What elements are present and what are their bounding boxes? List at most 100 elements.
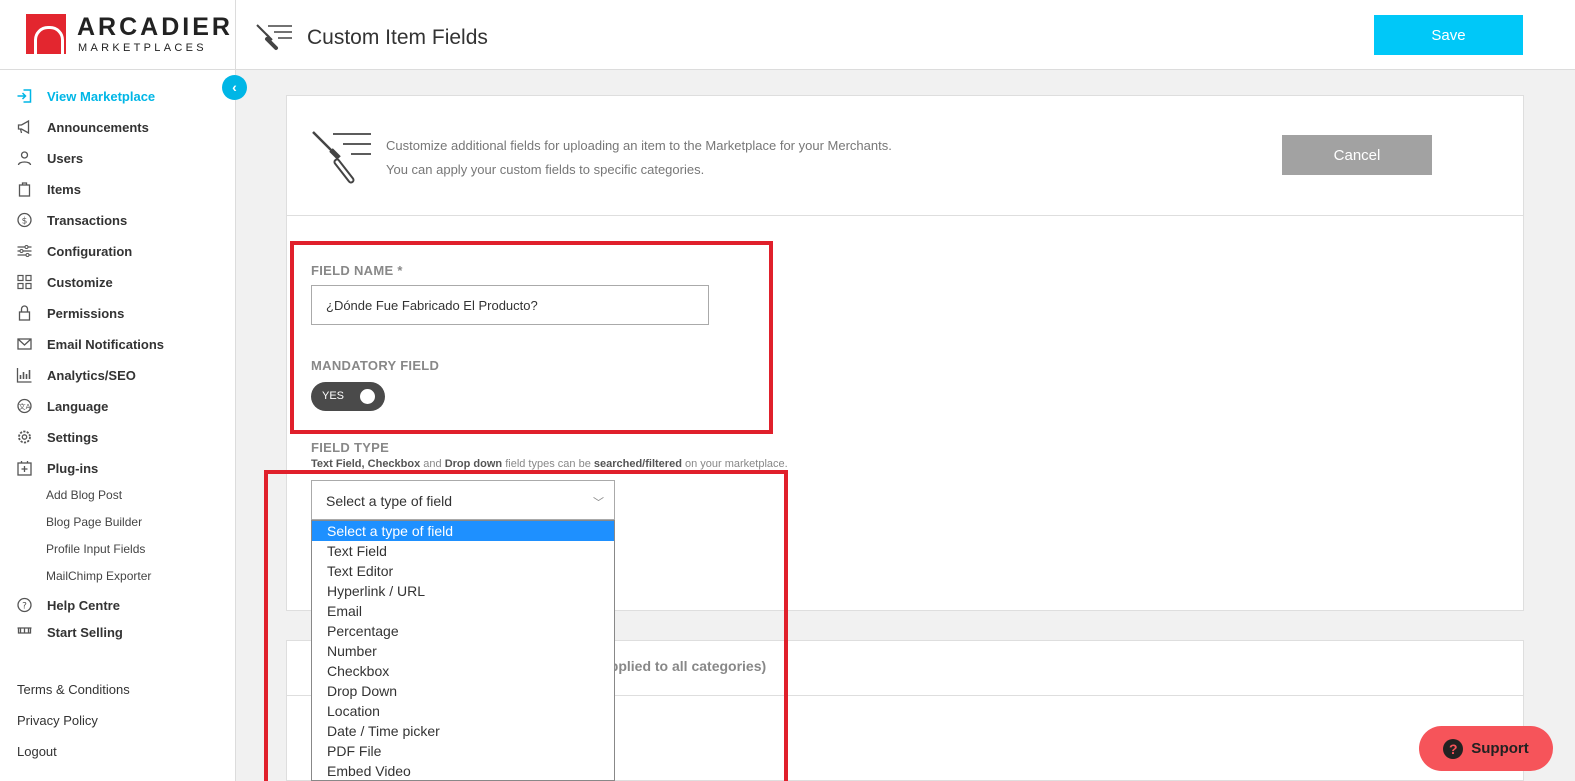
arcadier-logo-mark-icon <box>26 14 66 54</box>
option-hyperlink-url[interactable]: Hyperlink / URL <box>312 581 614 601</box>
help-middle: field types can be <box>502 458 594 470</box>
terms-link[interactable]: Terms & Conditions <box>17 682 130 697</box>
sliders-icon <box>17 245 32 257</box>
sidebar-item-analytics-seo[interactable]: Analytics/SEO <box>16 364 226 386</box>
option-email[interactable]: Email <box>312 601 614 621</box>
help-searched: searched/filtered <box>593 458 682 470</box>
sidebar-item-label: Analytics/SEO <box>47 367 136 383</box>
sidebar-item-label: Settings <box>47 429 99 445</box>
sidebar-item-plug-ins[interactable]: Plug-ins <box>16 457 226 479</box>
option-text-field[interactable]: Text Field <box>312 541 614 561</box>
sidebar-subitem-add-blog-post[interactable]: Add Blog Post <box>46 488 122 502</box>
field-type-select[interactable]: Select a type of field ﹀ <box>311 480 615 520</box>
sidebar-item-language[interactable]: 文A Language <box>16 395 226 417</box>
gear-icon <box>18 430 31 444</box>
sidebar-item-label: Plug-ins <box>47 460 99 476</box>
page-title: Custom Item Fields <box>307 26 488 49</box>
mail-icon <box>17 338 32 350</box>
dollar-icon: $ <box>17 212 32 228</box>
bar-chart-icon <box>16 368 32 383</box>
sidebar-item-email-notifications[interactable]: Email Notifications <box>16 333 226 355</box>
field-type-options: Select a type of field Text Field Text E… <box>311 520 615 781</box>
help-icon: ? <box>1443 738 1464 759</box>
intro-text: Customize additional fields for uploadin… <box>386 134 892 182</box>
lock-icon <box>18 305 31 321</box>
option-percentage[interactable]: Percentage <box>312 621 614 641</box>
megaphone-icon <box>17 119 30 135</box>
intro-line-2: You can apply your custom fields to spec… <box>386 162 705 177</box>
sidebar-subitem-blog-page-builder[interactable]: Blog Page Builder <box>46 515 142 529</box>
help-icon: ? <box>17 597 32 613</box>
user-icon <box>17 151 32 166</box>
option-drop-down[interactable]: Drop Down <box>312 681 614 701</box>
save-button[interactable]: Save <box>1374 15 1523 55</box>
chevron-down-icon: ﹀ <box>593 497 604 509</box>
sidebar-item-view-marketplace[interactable]: View Marketplace <box>16 85 226 107</box>
svg-text:$: $ <box>22 217 28 227</box>
cancel-button[interactable]: Cancel <box>1282 135 1432 175</box>
svg-text:?: ? <box>22 602 27 612</box>
toggle-knob <box>360 389 375 404</box>
sidebar-item-help-centre[interactable]: ? Help Centre <box>16 594 226 616</box>
field-type-help: Text Field, Checkbox and Drop down field… <box>311 458 788 470</box>
sidebar-item-label: Email Notifications <box>47 336 165 352</box>
arcadier-logo[interactable]: ARCADIER MARKETPLACES <box>26 14 230 56</box>
sidebar-item-customize[interactable]: Customize <box>16 271 226 293</box>
option-pdf-file[interactable]: PDF File <box>312 741 614 761</box>
mandatory-toggle[interactable]: YES <box>311 382 385 411</box>
option-location[interactable]: Location <box>312 701 614 721</box>
sidebar-item-announcements[interactable]: Announcements <box>16 116 226 138</box>
sidebar-item-label: Permissions <box>47 305 125 321</box>
option-number[interactable]: Number <box>312 641 614 661</box>
toggle-label: YES <box>322 390 345 402</box>
sidebar-item-label: Items <box>47 181 81 197</box>
sidebar-item-label: Configuration <box>47 243 133 259</box>
sidebar-item-label: View Marketplace <box>47 88 156 104</box>
grid-icon <box>17 274 32 290</box>
sidebar-item-permissions[interactable]: Permissions <box>16 302 226 324</box>
top-bar: ARCADIER MARKETPLACES Custom Item Fields… <box>0 0 1575 70</box>
sidebar-item-label: Transactions <box>47 212 128 228</box>
translate-icon: 文A <box>17 398 32 414</box>
help-and: and <box>420 458 445 470</box>
sidebar-item-label: Customize <box>47 274 113 290</box>
sidebar-item-items[interactable]: Items <box>16 178 226 200</box>
categories-text: applied to all categories) <box>602 658 767 674</box>
option-checkbox[interactable]: Checkbox <box>312 661 614 681</box>
sidebar-subitem-profile-input-fields[interactable]: Profile Input Fields <box>46 542 145 556</box>
collapse-sidebar-button[interactable]: ‹ <box>222 75 247 100</box>
plugin-icon <box>17 461 32 476</box>
sidebar-item-start-selling[interactable]: Start Selling <box>16 625 226 641</box>
privacy-link[interactable]: Privacy Policy <box>17 713 98 728</box>
mandatory-field-label: MANDATORY FIELD <box>311 358 440 373</box>
chevron-left-icon: ‹ <box>232 79 237 95</box>
help-drop-down: Drop down <box>444 458 503 470</box>
sidebar-item-transactions[interactable]: $ Transactions <box>16 209 226 231</box>
logout-link[interactable]: Logout <box>17 744 57 759</box>
sidebar-item-configuration[interactable]: Configuration <box>16 240 226 262</box>
header-divider <box>235 0 236 70</box>
intro-line-1: Customize additional fields for uploadin… <box>386 138 892 153</box>
field-name-input[interactable] <box>311 285 709 325</box>
store-icon <box>17 627 32 634</box>
sidebar-subitem-mailchimp-exporter[interactable]: MailChimp Exporter <box>46 569 151 583</box>
sidebar-item-label: Language <box>47 398 109 414</box>
bag-icon <box>18 182 31 197</box>
field-name-label: FIELD NAME * <box>311 263 403 278</box>
support-button[interactable]: ? Support <box>1419 726 1553 771</box>
svg-text:文A: 文A <box>19 402 31 411</box>
sidebar-item-settings[interactable]: Settings <box>16 426 226 448</box>
sidebar-item-label: Users <box>47 150 84 166</box>
logo-name: ARCADIER <box>77 13 233 41</box>
logo-tagline: MARKETPLACES <box>78 42 207 54</box>
help-checkbox: Checkbox <box>364 458 421 470</box>
sidebar-item-users[interactable]: Users <box>16 147 226 169</box>
option-embed-video[interactable]: Embed Video <box>312 761 614 780</box>
option-select-type[interactable]: Select a type of field <box>312 521 614 541</box>
option-date-time-picker[interactable]: Date / Time picker <box>312 721 614 741</box>
intro-section: Customize additional fields for uploadin… <box>287 96 1523 216</box>
sidebar-item-label: Announcements <box>47 119 149 135</box>
sidebar-item-label: Help Centre <box>47 597 120 613</box>
option-text-editor[interactable]: Text Editor <box>312 561 614 581</box>
field-type-label: FIELD TYPE <box>311 440 390 455</box>
